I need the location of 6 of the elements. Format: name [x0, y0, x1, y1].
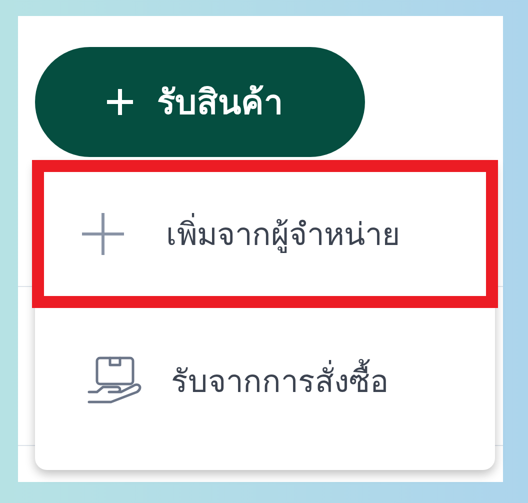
hand-box-icon	[87, 356, 143, 406]
receive-button[interactable]: รับสินค้า	[35, 47, 365, 157]
plus-icon	[80, 211, 126, 257]
plus-icon	[105, 87, 135, 117]
menu-item[interactable]: รับจากการสั่งซื้อ	[35, 320, 495, 442]
menu-item[interactable]: เพิ่มจากผู้จำหน่าย	[32, 160, 498, 308]
